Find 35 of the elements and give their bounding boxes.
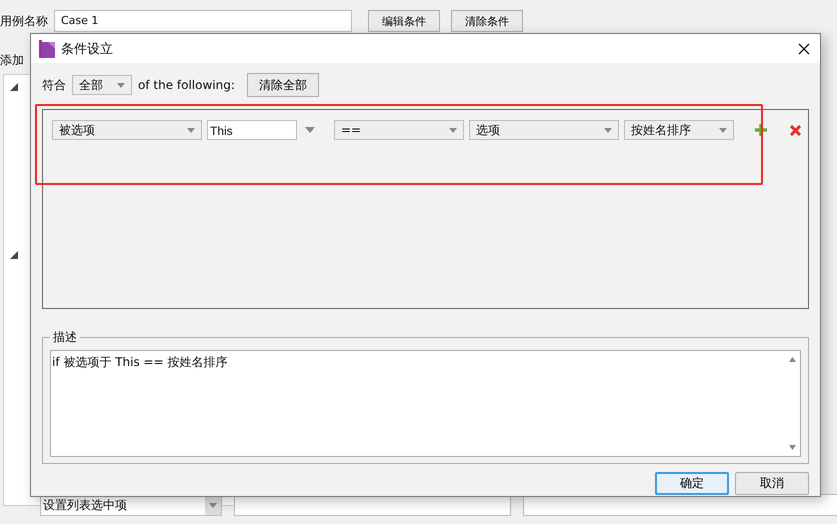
caret-icon	[187, 128, 195, 132]
condition-dropdown[interactable]: 选项	[469, 120, 619, 140]
add-icon[interactable]	[755, 124, 767, 136]
app-icon	[39, 40, 55, 58]
value-input[interactable]: This	[207, 120, 297, 140]
caret-icon[interactable]	[305, 127, 315, 133]
match-label: 符合	[42, 76, 66, 94]
dialog-button[interactable]: 确定	[655, 472, 729, 495]
window-title: 条件设立	[61, 40, 114, 58]
description-text: if 被选项于 This == 按姓名排序	[51, 354, 228, 371]
condition-dropdown[interactable]: ==	[334, 120, 464, 140]
scroll-up-icon[interactable]	[788, 357, 796, 362]
condition-button[interactable]: 清除条件	[451, 10, 523, 32]
caret-icon	[209, 502, 217, 508]
close-icon[interactable]	[798, 42, 810, 54]
condition-dropdown[interactable]: 按姓名排序	[624, 120, 734, 140]
match-suffix: of the following:	[138, 78, 235, 92]
match-dropdown[interactable]: 全部	[72, 75, 132, 95]
condition-button[interactable]: 编辑条件	[368, 10, 440, 32]
case-name-label: 用例名称	[0, 12, 49, 30]
description-textarea[interactable]: if 被选项于 This == 按姓名排序	[50, 350, 801, 457]
add-action-label: 添加	[0, 53, 24, 67]
caret-icon	[719, 128, 727, 132]
delete-icon[interactable]	[790, 124, 801, 136]
condition-dropdown[interactable]: 被选项	[52, 120, 202, 140]
case-name-field[interactable]: Case 1	[54, 10, 352, 32]
scroll-down-icon[interactable]	[788, 445, 796, 450]
description-label: 描述	[52, 329, 78, 346]
caret-icon	[604, 128, 612, 132]
collapse-icon[interactable]	[10, 251, 18, 259]
caret-icon	[449, 128, 457, 132]
clear-all-button[interactable]: 清除全部	[246, 73, 319, 97]
collapse-icon[interactable]	[10, 83, 18, 91]
caret-icon	[117, 82, 125, 88]
dialog-button[interactable]: 取消	[735, 472, 809, 495]
